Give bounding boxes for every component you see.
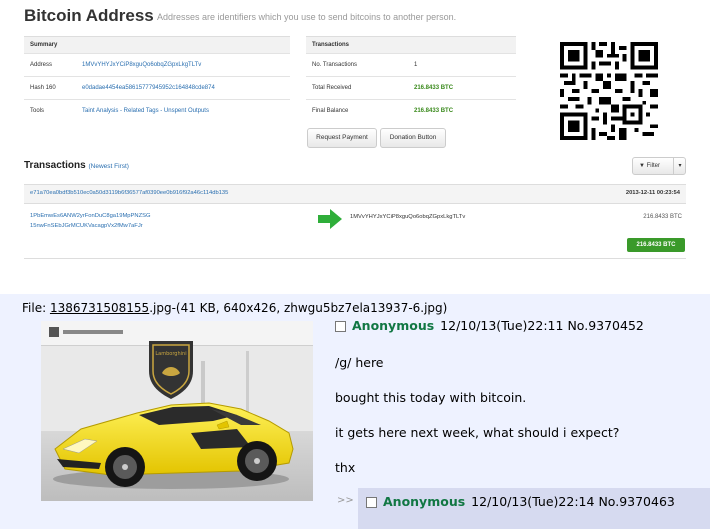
filter-text: Filter [646, 163, 660, 169]
address-link[interactable]: 1MVvYHYJxYCiP8xguQo6obqZGpxLkgTLTv [76, 53, 290, 77]
tx-hash-link[interactable]: e71a70ea0bdf3b510ec0a50d3119b6f36577af03… [30, 190, 228, 196]
newest-first-link[interactable]: (Newest First) [88, 163, 128, 170]
bitcoin-address-panel: Bitcoin Address Addresses are identifier… [0, 0, 710, 290]
tx-total-badge[interactable]: 216.8433 BTC [627, 238, 685, 252]
transactions-title: Transactions [24, 160, 86, 171]
transactions-summary-header: Transactions [306, 36, 516, 54]
file-details: .jpg-(41 KB, 640x426, zhwgu5bz7ela13937-… [149, 301, 448, 315]
file-name-link[interactable]: 1386731508155 [50, 301, 149, 315]
reply-datetime: 12/10/13(Tue)22:14 [471, 494, 595, 509]
divider [24, 258, 686, 259]
tx-summary-label: Final Balance [306, 99, 408, 122]
filter-label: ▼ Filter [639, 158, 660, 174]
summary-table: Summary Address 1MVvYHYJxYCiP8xguQo6obqZ… [24, 36, 290, 122]
transaction-header-row: e71a70ea0bdf3b510ec0a50d3119b6f36577af03… [24, 184, 686, 204]
hash160-link[interactable]: e0dadae4454ea58615777945952c164848cde874 [76, 76, 290, 100]
file-prefix: File: [22, 301, 50, 315]
tx-input-address[interactable]: 15nwFnSEbJGrMCUKVacagpVx2fMw7aFJr [30, 221, 151, 231]
summary-label: Address [24, 53, 76, 77]
imageboard-post-panel: File: 1386731508155.jpg-(41 KB, 640x426,… [0, 294, 710, 529]
post-line: /g/ here [335, 355, 384, 370]
page-title: Bitcoin Address [24, 6, 154, 25]
tx-input-address[interactable]: 1PbEmwEs6ANW2yrFonDuC8ga19MpPNZSG [30, 211, 151, 221]
tx-date: 2013-12-11 00:23:54 [625, 190, 680, 196]
reply-indicator: >> [337, 495, 354, 506]
final-balance-value: 216.8433 BTC [408, 99, 516, 122]
tx-count-value: 1 [408, 53, 516, 77]
tx-inputs: 1PbEmwEs6ANW2yrFonDuC8ga19MpPNZSG 15nwFn… [30, 211, 151, 231]
post-image[interactable]: Lamborghini [41, 321, 313, 501]
transactions-heading: Transactions (Newest First) [24, 160, 129, 171]
tx-summary-label: Total Received [306, 76, 408, 100]
reply-checkbox[interactable] [366, 497, 377, 508]
file-info: File: 1386731508155.jpg-(41 KB, 640x426,… [22, 301, 447, 315]
post-header: Anonymous 12/10/13(Tue)22:11 No.9370452 [335, 318, 644, 333]
reply-poster-name: Anonymous [383, 494, 466, 509]
qr-code-icon [560, 42, 658, 140]
request-payment-button[interactable]: Request Payment [307, 128, 377, 148]
post-datetime: 12/10/13(Tue)22:11 [440, 318, 564, 333]
post-line: thx [335, 460, 356, 475]
post-line: bought this today with bitcoin. [335, 390, 527, 405]
funnel-icon: ▼ [639, 163, 645, 169]
summary-header: Summary [24, 36, 290, 54]
tx-summary-label: No. Transactions [306, 53, 408, 77]
reply-header: Anonymous 12/10/13(Tue)22:14 No.9370463 [366, 494, 675, 509]
transactions-summary-table: Transactions No. Transactions 1 Total Re… [306, 36, 516, 122]
chevron-down-icon: ▾ [673, 158, 686, 174]
reply-number-link[interactable]: No.9370463 [598, 494, 674, 509]
page-subtitle: Addresses are identifiers which you use … [157, 12, 457, 22]
arrow-right-icon [318, 209, 342, 229]
filter-dropdown[interactable]: ▼ Filter ▾ [632, 157, 686, 175]
summary-label: Hash 160 [24, 76, 76, 100]
post-number-link[interactable]: No.9370452 [567, 318, 643, 333]
poster-name: Anonymous [352, 318, 435, 333]
donation-button[interactable]: Donation Button [380, 128, 446, 148]
post-checkbox[interactable] [335, 321, 346, 332]
total-received-value: 216.8433 BTC [408, 76, 516, 100]
tx-output-amount: 216.8433 BTC [643, 214, 682, 220]
tools-links[interactable]: Taint Analysis - Related Tags - Unspent … [76, 99, 290, 122]
tx-output-address[interactable]: 1MVvYHYJxYCiP8xguQo6obqZGpxLkgTLTv [350, 214, 465, 220]
summary-label: Tools [24, 99, 76, 122]
photo-sign-text: Lamborghini [155, 351, 186, 357]
post-line: it gets here next week, what should i ex… [335, 425, 620, 440]
